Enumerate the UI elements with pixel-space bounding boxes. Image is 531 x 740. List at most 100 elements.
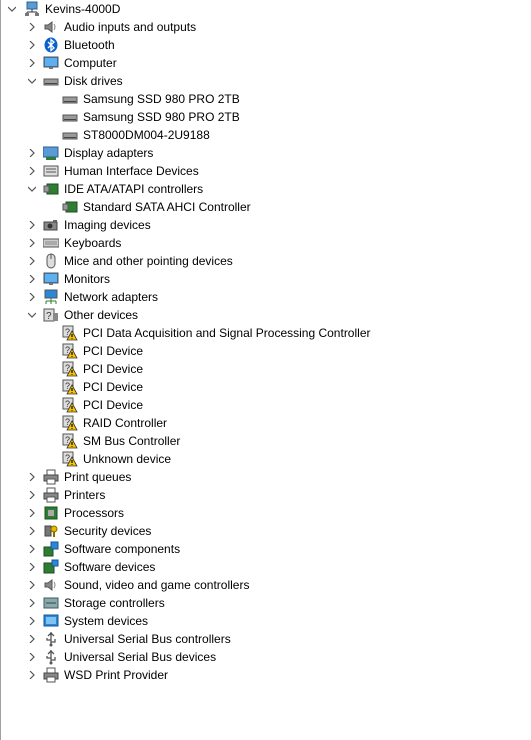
tree-category-system[interactable]: System devices xyxy=(0,612,531,630)
chevron-right-icon[interactable] xyxy=(25,594,39,612)
tree-item-label: Printers xyxy=(64,488,106,502)
chevron-down-icon[interactable] xyxy=(25,306,39,324)
tree-item-label: WSD Print Provider xyxy=(64,668,169,682)
chevron-right-icon[interactable] xyxy=(25,648,39,666)
chevron-right-icon[interactable] xyxy=(25,468,39,486)
chevron-right-icon[interactable] xyxy=(25,234,39,252)
chevron-right-icon[interactable] xyxy=(25,558,39,576)
tree-item-label: Software components xyxy=(64,542,181,556)
tree-category-software-components[interactable]: Software components xyxy=(0,540,531,558)
chevron-right-icon[interactable] xyxy=(25,216,39,234)
tree-category-wsd[interactable]: WSD Print Provider xyxy=(0,666,531,684)
tree-item-label: PCI Device xyxy=(83,380,144,394)
tree-device-item[interactable]: ? SM Bus Controller xyxy=(0,432,531,450)
tree-item-label: Computer xyxy=(64,56,117,70)
chevron-right-icon[interactable] xyxy=(25,540,39,558)
chevron-down-icon[interactable] xyxy=(25,72,39,90)
chevron-right-icon[interactable] xyxy=(25,630,39,648)
tree-item-label: PCI Device xyxy=(83,362,144,376)
tree-item-label: Mice and other pointing devices xyxy=(64,254,233,268)
warning-device-icon: ? xyxy=(62,361,78,377)
chevron-right-icon[interactable] xyxy=(25,504,39,522)
tree-device-item[interactable]: Standard SATA AHCI Controller xyxy=(0,198,531,216)
software-component-icon xyxy=(43,541,59,557)
chevron-right-icon[interactable] xyxy=(25,36,39,54)
tree-item-label: Security devices xyxy=(64,524,152,538)
disk-child-icon xyxy=(62,127,78,143)
tree-root-computer[interactable]: Kevins-4000D xyxy=(0,0,531,18)
tree-category-software-devices[interactable]: Software devices xyxy=(0,558,531,576)
tree-category-usb-controllers[interactable]: Universal Serial Bus controllers xyxy=(0,630,531,648)
tree-item-label: Universal Serial Bus controllers xyxy=(64,632,231,646)
tree-category-display[interactable]: Display adapters xyxy=(0,144,531,162)
tree-device-item[interactable]: ? PCI Device xyxy=(0,342,531,360)
chevron-right-icon[interactable] xyxy=(25,162,39,180)
tree-item-label: Print queues xyxy=(64,470,132,484)
tree-item-label: Universal Serial Bus devices xyxy=(64,650,217,664)
tree-category-usb-devices[interactable]: Universal Serial Bus devices xyxy=(0,648,531,666)
warning-device-icon: ? xyxy=(62,397,78,413)
chevron-right-icon[interactable] xyxy=(25,522,39,540)
tree-category-network[interactable]: Network adapters xyxy=(0,288,531,306)
tree-category-ide[interactable]: IDE ATA/ATAPI controllers xyxy=(0,180,531,198)
ide-controller-icon xyxy=(43,181,59,197)
chevron-right-icon[interactable] xyxy=(25,270,39,288)
monitor-icon xyxy=(43,271,59,287)
tree-item-label: IDE ATA/ATAPI controllers xyxy=(64,182,204,196)
tree-item-label: Unknown device xyxy=(83,452,172,466)
tree-category-bluetooth[interactable]: Bluetooth xyxy=(0,36,531,54)
tree-device-item[interactable]: Samsung SSD 980 PRO 2TB xyxy=(0,90,531,108)
chevron-right-icon[interactable] xyxy=(25,486,39,504)
chevron-right-icon[interactable] xyxy=(25,18,39,36)
tree-device-item[interactable]: ? RAID Controller xyxy=(0,414,531,432)
tree-category-sound[interactable]: Sound, video and game controllers xyxy=(0,576,531,594)
tree-item-label: PCI Data Acquisition and Signal Processi… xyxy=(83,326,371,340)
tree-item-label: Imaging devices xyxy=(64,218,151,232)
tree-category-other[interactable]: ? Other devices xyxy=(0,306,531,324)
tree-category-processors[interactable]: Processors xyxy=(0,504,531,522)
chevron-right-icon[interactable] xyxy=(25,576,39,594)
tree-category-security[interactable]: Security devices xyxy=(0,522,531,540)
chevron-right-icon[interactable] xyxy=(25,54,39,72)
tree-category-mice[interactable]: Mice and other pointing devices xyxy=(0,252,531,270)
tree-item-label: RAID Controller xyxy=(83,416,168,430)
disk-drive-icon xyxy=(43,73,59,89)
chevron-down-icon[interactable] xyxy=(25,180,39,198)
tree-category-computer[interactable]: Computer xyxy=(0,54,531,72)
tree-item-label: Software devices xyxy=(64,560,156,574)
camera-icon xyxy=(43,217,59,233)
tree-category-keyboards[interactable]: Keyboards xyxy=(0,234,531,252)
tree-item-label: Display adapters xyxy=(64,146,154,160)
speaker-icon xyxy=(43,577,59,593)
chevron-right-icon[interactable] xyxy=(25,666,39,684)
svg-text:?: ? xyxy=(46,311,52,322)
storage-controller-icon xyxy=(43,595,59,611)
tree-category-hid[interactable]: Human Interface Devices xyxy=(0,162,531,180)
tree-category-storage[interactable]: Storage controllers xyxy=(0,594,531,612)
tree-category-imaging[interactable]: Imaging devices xyxy=(0,216,531,234)
chevron-down-icon[interactable] xyxy=(5,0,19,18)
tree-device-item[interactable]: ? PCI Device xyxy=(0,378,531,396)
tree-device-item[interactable]: ? Unknown device xyxy=(0,450,531,468)
warning-device-icon: ? xyxy=(62,433,78,449)
tree-device-item[interactable]: ? PCI Data Acquisition and Signal Process… xyxy=(0,324,531,342)
chevron-right-icon[interactable] xyxy=(25,252,39,270)
chevron-right-icon[interactable] xyxy=(25,144,39,162)
tree-category-audio[interactable]: Audio inputs and outputs xyxy=(0,18,531,36)
tree-device-item[interactable]: ? PCI Device xyxy=(0,396,531,414)
tree-category-printers[interactable]: Printers xyxy=(0,486,531,504)
tree-category-monitors[interactable]: Monitors xyxy=(0,270,531,288)
tree-item-label: Other devices xyxy=(64,308,139,322)
speaker-icon xyxy=(43,19,59,35)
chevron-right-icon[interactable] xyxy=(25,612,39,630)
tree-device-item[interactable]: ? PCI Device xyxy=(0,360,531,378)
tree-category-print-queues[interactable]: Print queues xyxy=(0,468,531,486)
tree-device-item[interactable]: Samsung SSD 980 PRO 2TB xyxy=(0,108,531,126)
tree-item-label: Standard SATA AHCI Controller xyxy=(83,200,251,214)
tree-category-disk-drives[interactable]: Disk drives xyxy=(0,72,531,90)
device-tree[interactable]: Kevins-4000D Audio inputs and outputs Blue… xyxy=(0,0,531,684)
bluetooth-icon xyxy=(43,37,59,53)
chevron-right-icon[interactable] xyxy=(25,288,39,306)
tree-item-label: PCI Device xyxy=(83,344,144,358)
tree-device-item[interactable]: ST8000DM004-2U9188 xyxy=(0,126,531,144)
